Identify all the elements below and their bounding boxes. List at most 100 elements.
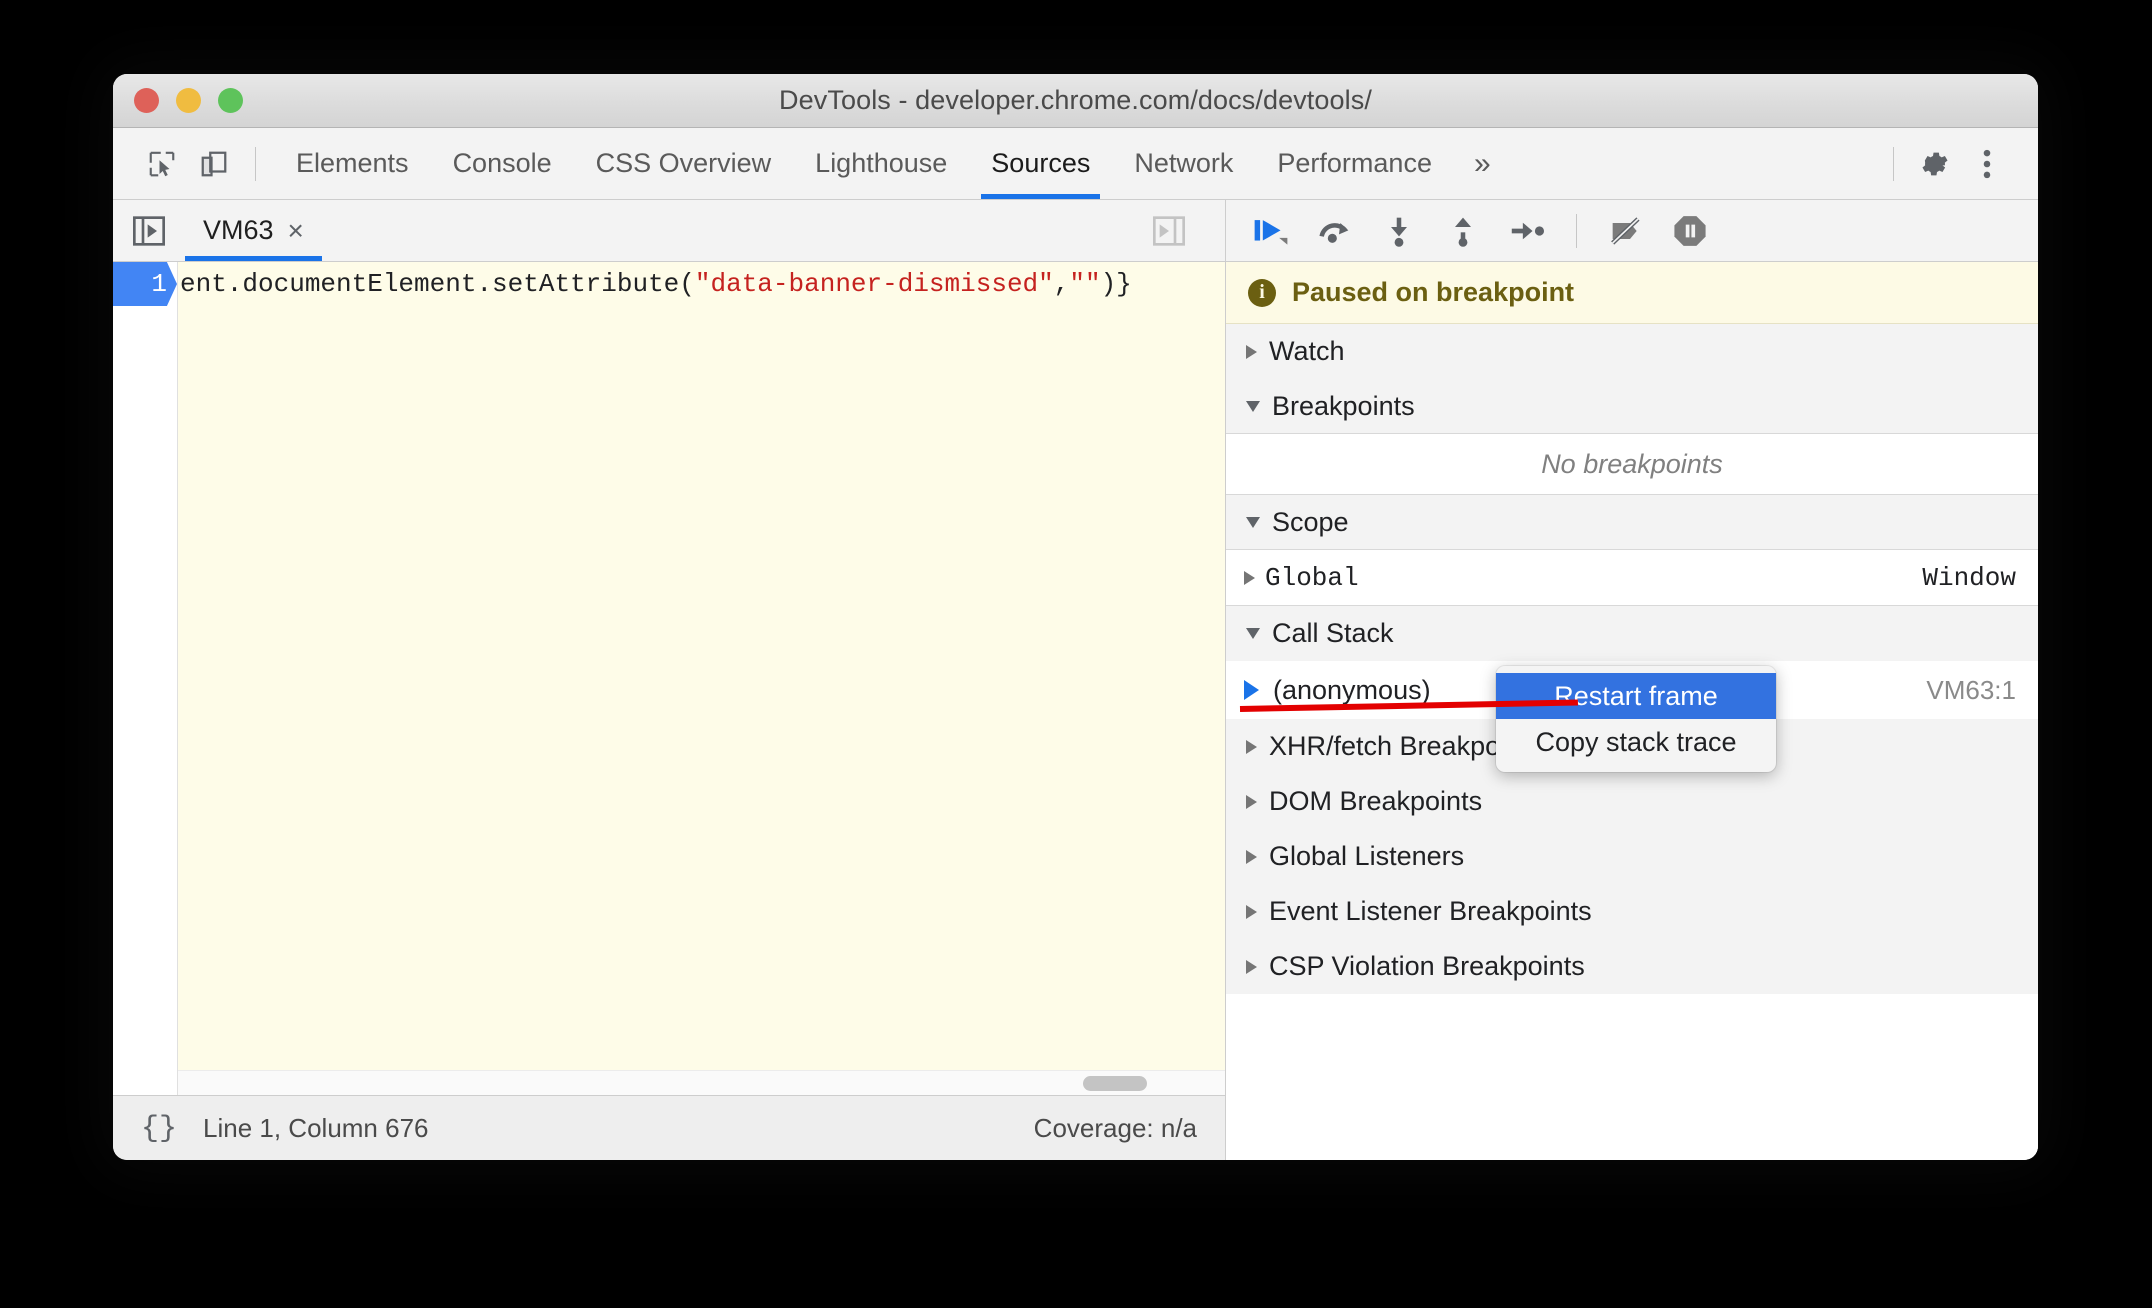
- tab-css-overview[interactable]: CSS Overview: [574, 128, 794, 199]
- toolbar-divider-right: [1893, 146, 1894, 181]
- step-over-icon[interactable]: [1310, 207, 1360, 255]
- chevron-down-icon: [1246, 516, 1260, 528]
- toolbar-divider: [255, 146, 256, 181]
- close-icon[interactable]: ×: [288, 216, 304, 245]
- device-toolbar-icon[interactable]: [191, 141, 237, 187]
- step-icon[interactable]: [1502, 207, 1552, 255]
- devtools-window: DevTools - developer.chrome.com/docs/dev…: [113, 74, 2038, 1160]
- section-label: Breakpoints: [1272, 390, 1415, 421]
- section-event-listener-breakpoints[interactable]: Event Listener Breakpoints: [1226, 884, 2038, 939]
- gear-icon[interactable]: [1912, 141, 1958, 187]
- editor-horizontal-scrollbar[interactable]: [178, 1070, 1225, 1095]
- section-label: Global Listeners: [1269, 841, 1465, 871]
- current-frame-arrow-icon: [1244, 680, 1259, 700]
- editor-tabstrip-right: [1147, 209, 1205, 253]
- context-menu-item-label: Restart frame: [1554, 680, 1718, 711]
- pretty-print-icon[interactable]: {}: [141, 1112, 177, 1146]
- code-prefix: ent.documentElement.setAttribute(: [180, 269, 695, 299]
- panel-tab-list: Elements Console CSS Overview Lighthouse…: [274, 128, 1511, 199]
- chevron-down-icon: [1246, 628, 1260, 639]
- inspect-cursor-icon[interactable]: [139, 141, 185, 187]
- chevron-right-icon: [1246, 344, 1257, 359]
- more-tabs-label: »: [1473, 146, 1491, 180]
- deactivate-breakpoints-icon[interactable]: [1601, 207, 1651, 255]
- call-stack-frame-name: (anonymous): [1273, 674, 1431, 705]
- context-menu-item-label: Copy stack trace: [1535, 726, 1737, 757]
- section-scope[interactable]: Scope: [1226, 495, 2038, 550]
- section-label: Call Stack: [1272, 618, 1394, 648]
- toolbar-right-actions: [1881, 141, 2016, 187]
- section-csp-violation-breakpoints[interactable]: CSP Violation Breakpoints: [1226, 939, 2038, 994]
- window-title: DevTools - developer.chrome.com/docs/dev…: [779, 85, 1372, 115]
- pause-on-exceptions-icon[interactable]: [1665, 207, 1715, 255]
- show-debugger-icon[interactable]: [1147, 209, 1191, 253]
- step-out-icon[interactable]: [1438, 207, 1488, 255]
- code-string-2: "": [1069, 269, 1101, 299]
- tab-label: Elements: [296, 148, 409, 178]
- step-into-icon[interactable]: [1374, 207, 1424, 255]
- tab-label: Network: [1134, 148, 1234, 178]
- tab-console[interactable]: Console: [431, 128, 574, 199]
- resume-icon[interactable]: [1246, 207, 1296, 255]
- debugger-toolbar-divider: [1576, 213, 1577, 248]
- chevron-right-icon: [1246, 739, 1257, 754]
- editor-tab-strip: VM63 ×: [113, 200, 1225, 262]
- section-watch[interactable]: Watch: [1226, 324, 2038, 379]
- editor-status-bar: {} Line 1, Column 676 Coverage: n/a: [113, 1095, 1225, 1160]
- tab-label: Sources: [991, 148, 1091, 178]
- code-comma: ,: [1053, 269, 1070, 299]
- scope-row-global[interactable]: Global Window: [1226, 550, 2038, 606]
- devtools-main-toolbar: Elements Console CSS Overview Lighthouse…: [113, 128, 2038, 200]
- scope-value: Window: [1922, 562, 2016, 593]
- section-breakpoints[interactable]: Breakpoints: [1226, 379, 2038, 434]
- tab-sources[interactable]: Sources: [969, 128, 1112, 199]
- section-call-stack[interactable]: Call Stack: [1226, 606, 2038, 661]
- section-label: CSP Violation Breakpoints: [1269, 951, 1585, 981]
- show-navigator-icon[interactable]: [127, 209, 171, 253]
- tab-label: Console: [452, 148, 552, 178]
- window-titlebar: DevTools - developer.chrome.com/docs/dev…: [113, 74, 2038, 128]
- debugger-sidebar: i Paused on breakpoint Watch Breakpoints…: [1226, 200, 2038, 1160]
- section-label: DOM Breakpoints: [1269, 786, 1483, 816]
- sources-panel-body: VM63 × 1 ent.documentElement.setAttribut…: [113, 200, 2038, 1160]
- editor-gutter[interactable]: 1: [113, 262, 178, 1095]
- screenshot-root: DevTools - developer.chrome.com/docs/dev…: [0, 0, 2152, 1308]
- section-global-listeners[interactable]: Global Listeners: [1226, 829, 2038, 884]
- file-tab-label: VM63: [203, 215, 274, 245]
- tab-lighthouse[interactable]: Lighthouse: [793, 128, 969, 199]
- breakpoints-empty-message: No breakpoints: [1226, 434, 2038, 495]
- chevron-right-icon: [1246, 849, 1257, 864]
- tab-network[interactable]: Network: [1112, 128, 1255, 199]
- line-number: 1: [151, 269, 167, 299]
- context-menu-item-restart-frame[interactable]: Restart frame: [1496, 673, 1776, 719]
- empty-label: No breakpoints: [1541, 448, 1723, 479]
- section-dom-breakpoints[interactable]: DOM Breakpoints: [1226, 774, 2038, 829]
- code-content-area[interactable]: ent.documentElement.setAttribute("data-b…: [178, 262, 1225, 1095]
- call-stack-context-menu: Restart frame Copy stack trace: [1496, 666, 1776, 772]
- code-editor[interactable]: 1 ent.documentElement.setAttribute("data…: [113, 262, 1225, 1095]
- kebab-menu-icon[interactable]: [1964, 141, 2010, 187]
- tab-performance[interactable]: Performance: [1255, 128, 1454, 199]
- tab-label: Performance: [1277, 148, 1432, 178]
- editor-pane: VM63 × 1 ent.documentElement.setAttribut…: [113, 200, 1226, 1160]
- chevron-right-icon: [1246, 794, 1257, 809]
- chevron-right-icon: [1246, 904, 1257, 919]
- call-stack-frame-location: VM63:1: [1926, 674, 2016, 705]
- scope-name: Global: [1265, 562, 1359, 593]
- info-icon: i: [1248, 278, 1276, 307]
- tab-elements[interactable]: Elements: [274, 128, 431, 199]
- paused-on-breakpoint-banner: i Paused on breakpoint: [1226, 262, 2038, 324]
- scrollbar-thumb[interactable]: [1083, 1076, 1147, 1091]
- debugger-controls-toolbar: [1226, 200, 2038, 262]
- more-tabs-chevron-icon[interactable]: »: [1454, 128, 1511, 199]
- chevron-right-icon: [1246, 959, 1257, 974]
- chevron-right-icon[interactable]: [1244, 570, 1255, 585]
- breakpoint-marker[interactable]: 1: [113, 262, 177, 306]
- code-string-1: "data-banner-dismissed": [694, 269, 1054, 299]
- editor-file-tab-vm63[interactable]: VM63 ×: [185, 200, 322, 261]
- context-menu-item-copy-stack-trace[interactable]: Copy stack trace: [1496, 719, 1776, 765]
- cursor-position-label: Line 1, Column 676: [203, 1113, 429, 1143]
- section-label: Event Listener Breakpoints: [1269, 896, 1592, 926]
- code-suffix: )}: [1100, 269, 1132, 299]
- paused-banner-text: Paused on breakpoint: [1292, 277, 1575, 307]
